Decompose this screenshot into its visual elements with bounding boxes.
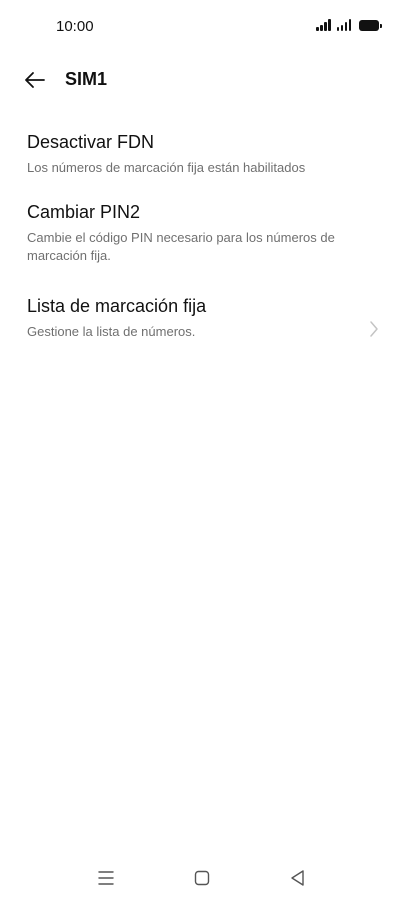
item-subtitle: Los números de marcación fija están habi… bbox=[27, 160, 306, 175]
status-bar: 10:00 bbox=[0, 0, 405, 52]
nav-bar bbox=[0, 860, 405, 896]
home-icon bbox=[194, 870, 210, 886]
home-button[interactable] bbox=[190, 866, 214, 890]
back-nav-button[interactable] bbox=[286, 866, 310, 890]
page-title: SIM1 bbox=[65, 69, 108, 89]
arrow-left-icon bbox=[25, 72, 45, 88]
settings-item-disable-fdn[interactable]: Desactivar FDN Los números de marcación … bbox=[0, 130, 405, 200]
status-icons bbox=[316, 19, 382, 31]
item-subtitle: Cambie el código PIN necesario para los … bbox=[27, 230, 335, 263]
app-bar: SIM1 bbox=[0, 56, 405, 104]
chevron-right-icon bbox=[370, 321, 378, 337]
screen: 10:00 SIM1 Desactivar FDN Los números de… bbox=[0, 0, 405, 902]
item-title: Cambiar PIN2 bbox=[27, 202, 141, 222]
item-title: Lista de marcación fija bbox=[27, 296, 207, 316]
back-triangle-icon bbox=[291, 870, 304, 886]
signal-sim1-icon bbox=[316, 19, 331, 31]
menu-icon bbox=[98, 871, 114, 885]
back-button[interactable] bbox=[20, 66, 50, 94]
item-subtitle: Gestione la lista de números. bbox=[27, 324, 196, 339]
recents-button[interactable] bbox=[94, 866, 118, 890]
item-title: Desactivar FDN bbox=[27, 132, 155, 152]
signal-sim2-icon bbox=[336, 19, 351, 31]
battery-icon bbox=[359, 20, 382, 31]
settings-list: Desactivar FDN Los números de marcación … bbox=[0, 130, 405, 364]
settings-item-fixed-dialing-list[interactable]: Lista de marcación fija Gestione la list… bbox=[0, 294, 405, 364]
status-time: 10:00 bbox=[56, 18, 94, 35]
settings-item-change-pin2[interactable]: Cambiar PIN2 Cambie el código PIN necesa… bbox=[0, 200, 405, 294]
